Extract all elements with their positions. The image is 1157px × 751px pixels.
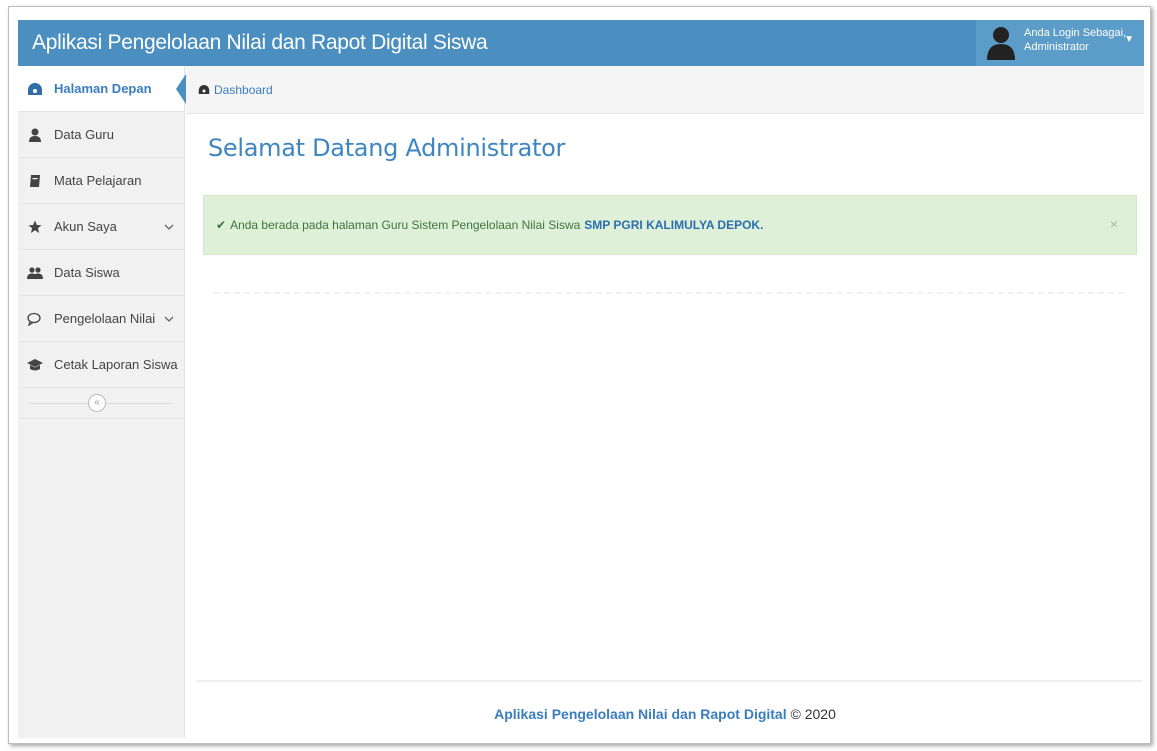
- sidebar-item-label: Pengelolaan Nilai: [54, 311, 156, 326]
- user-login-caption: Anda Login Sebagai,: [1024, 27, 1127, 39]
- sidebar-item-pengelolaan-nilai[interactable]: Pengelolaan Nilai: [18, 296, 184, 342]
- user-avatar-icon: [987, 27, 1015, 60]
- app-title: Aplikasi Pengelolaan Nilai dan Rapot Dig…: [32, 31, 488, 54]
- collapse-sidebar-button[interactable]: «: [88, 394, 106, 412]
- close-alert-button[interactable]: ×: [1110, 216, 1118, 232]
- sidebar: Halaman Depan Data Guru Mata Pelajaran A…: [18, 66, 186, 738]
- sidebar-item-label: Mata Pelajaran: [54, 173, 142, 188]
- comments-icon: [26, 310, 44, 328]
- chevron-down-icon: [164, 311, 174, 326]
- user-login-label: Anda Login Sebagai, Administrator: [1024, 26, 1126, 54]
- sidebar-item-data-siswa[interactable]: Data Siswa: [18, 250, 184, 296]
- users-icon: [26, 264, 44, 282]
- sidebar-item-label: Data Siswa: [54, 265, 120, 280]
- alert-school-name: SMP PGRI KALIMULYA DEPOK.: [584, 218, 764, 232]
- sidebar-collapse-row: «: [18, 388, 184, 419]
- sidebar-item-cetak-laporan-siswa[interactable]: Cetak Laporan Siswa: [18, 342, 184, 388]
- graduation-cap-icon: [26, 356, 44, 374]
- footer: Aplikasi Pengelolaan Nilai dan Rapot Dig…: [186, 706, 1144, 722]
- dashboard-icon: [198, 84, 210, 95]
- star-icon: [26, 218, 44, 236]
- success-alert: ✔ Anda berada pada halaman Guru Sistem P…: [203, 195, 1137, 255]
- active-indicator: [176, 74, 186, 104]
- alert-message: Anda berada pada halaman Guru Sistem Pen…: [230, 218, 581, 232]
- user-icon: [26, 126, 44, 144]
- chevron-down-icon: [164, 219, 174, 234]
- breadcrumb-dashboard-link[interactable]: Dashboard: [214, 83, 273, 97]
- user-role: Administrator: [1024, 41, 1089, 53]
- divider: [214, 292, 1124, 294]
- sidebar-item-halaman-depan[interactable]: Halaman Depan: [18, 66, 186, 112]
- dashboard-icon: [26, 80, 44, 98]
- caret-down-icon[interactable]: ▼: [1124, 34, 1134, 45]
- footer-divider: [196, 680, 1142, 682]
- sidebar-item-mata-pelajaran[interactable]: Mata Pelajaran: [18, 158, 184, 204]
- top-navbar: Aplikasi Pengelolaan Nilai dan Rapot Dig…: [18, 20, 1144, 66]
- sidebar-item-label: Akun Saya: [54, 219, 117, 234]
- page-title: Selamat Datang Administrator: [208, 134, 566, 162]
- sidebar-item-label: Cetak Laporan Siswa: [54, 357, 178, 372]
- sidebar-item-data-guru[interactable]: Data Guru: [18, 112, 184, 158]
- footer-copyright: © 2020: [790, 706, 836, 722]
- breadcrumb: Dashboard: [186, 66, 1144, 114]
- book-icon: [26, 172, 44, 190]
- sidebar-item-label: Halaman Depan: [54, 81, 152, 96]
- check-icon: ✔: [216, 218, 227, 232]
- sidebar-item-label: Data Guru: [54, 127, 114, 142]
- footer-brand: Aplikasi Pengelolaan Nilai dan Rapot Dig…: [494, 706, 787, 722]
- sidebar-item-akun-saya[interactable]: Akun Saya: [18, 204, 184, 250]
- user-menu[interactable]: Anda Login Sebagai, Administrator ▼: [976, 20, 1144, 66]
